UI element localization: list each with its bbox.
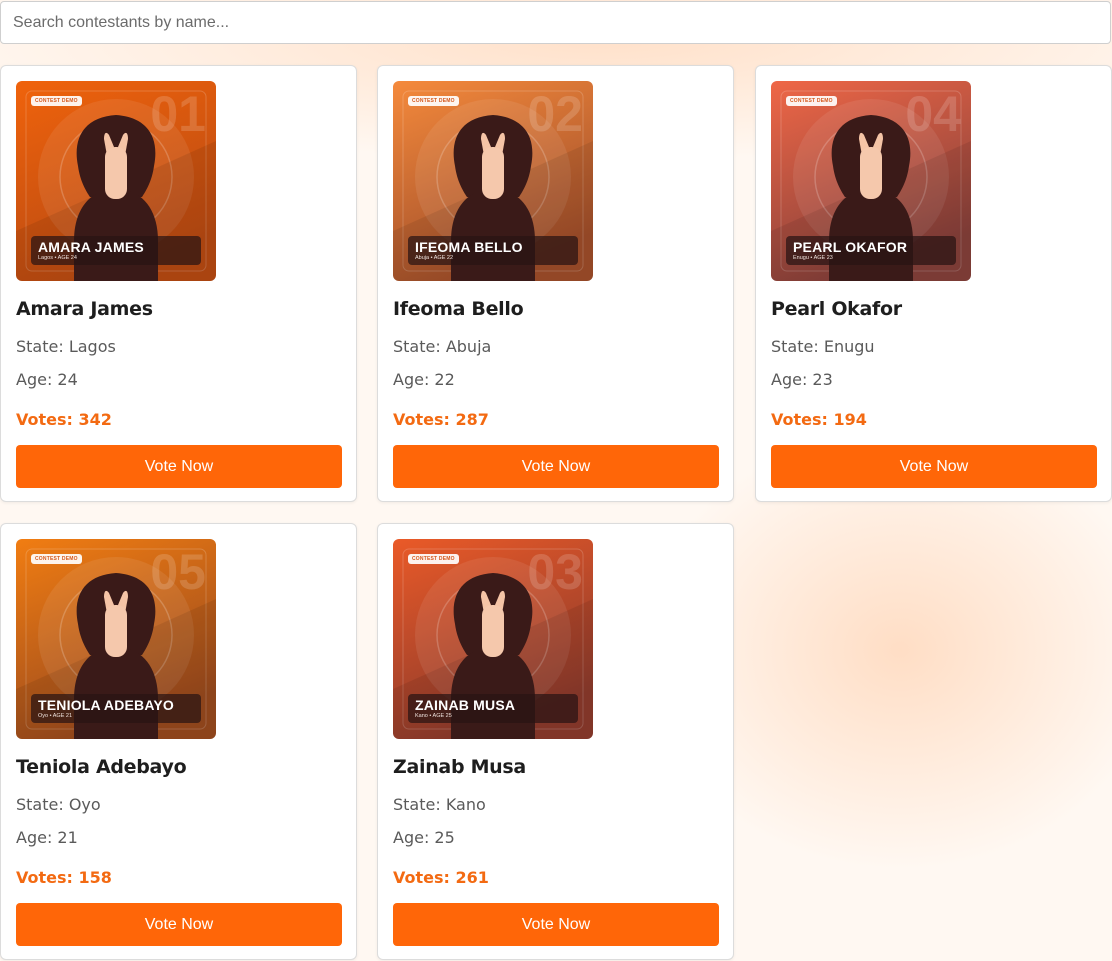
- vote-count: Votes: 261: [393, 868, 489, 887]
- vote-count: Votes: 287: [393, 410, 489, 429]
- contestant-photo: CONTEST DEMO 03 ZAINAB MUSA Kano • AGE 2…: [393, 539, 593, 739]
- contestant-name: Pearl Okafor: [771, 298, 902, 320]
- contest-demo-badge: CONTEST DEMO: [31, 554, 82, 564]
- vote-count: Votes: 158: [16, 868, 112, 887]
- vote-now-button[interactable]: Vote Now: [393, 903, 719, 946]
- contestant-number: 03: [527, 544, 583, 600]
- contestant-name: Teniola Adebayo: [16, 756, 187, 778]
- vote-now-button[interactable]: Vote Now: [16, 903, 342, 946]
- contestant-state: State: Abuja: [393, 337, 492, 356]
- contestant-age: Age: 23: [771, 370, 833, 389]
- contestant-name: Zainab Musa: [393, 756, 526, 778]
- contestant-number: 01: [150, 86, 206, 142]
- contestant-card: CONTEST DEMO 04 PEARL OKAFOR Enugu • AGE…: [755, 65, 1112, 502]
- contestant-name: Ifeoma Bello: [393, 298, 524, 320]
- contestant-photo: CONTEST DEMO 04 PEARL OKAFOR Enugu • AGE…: [771, 81, 971, 281]
- name-plate-subtitle: Abuja • AGE 22: [415, 255, 454, 261]
- contestant-state: State: Lagos: [16, 337, 116, 356]
- vote-count: Votes: 194: [771, 410, 867, 429]
- contestant-photo: CONTEST DEMO 05 TENIOLA ADEBAYO Oyo • AG…: [16, 539, 216, 739]
- contestant-card: CONTEST DEMO 02 IFEOMA BELLO Abuja • AGE…: [377, 65, 734, 502]
- name-plate: TENIOLA ADEBAYO Oyo • AGE 21: [31, 694, 201, 723]
- name-plate-title: TENIOLA ADEBAYO: [38, 697, 175, 713]
- name-plate-subtitle: Lagos • AGE 24: [38, 255, 77, 261]
- name-plate-title: IFEOMA BELLO: [415, 239, 523, 255]
- name-plate: PEARL OKAFOR Enugu • AGE 23: [786, 236, 956, 265]
- contestant-photo: CONTEST DEMO 01 AMARA JAMES Lagos • AGE …: [16, 81, 216, 281]
- search-input[interactable]: [0, 1, 1111, 44]
- contest-demo-badge: CONTEST DEMO: [786, 96, 837, 106]
- vote-count: Votes: 342: [16, 410, 112, 429]
- contestant-state: State: Oyo: [16, 795, 101, 814]
- vote-now-button[interactable]: Vote Now: [771, 445, 1097, 488]
- contestant-card: CONTEST DEMO 05 TENIOLA ADEBAYO Oyo • AG…: [0, 523, 357, 960]
- contest-demo-badge: CONTEST DEMO: [31, 96, 82, 106]
- contestant-age: Age: 25: [393, 828, 455, 847]
- contestant-age: Age: 22: [393, 370, 455, 389]
- name-plate-subtitle: Enugu • AGE 23: [793, 255, 833, 261]
- name-plate-subtitle: Oyo • AGE 21: [38, 713, 73, 719]
- contest-demo-badge: CONTEST DEMO: [408, 554, 459, 564]
- name-plate-title: PEARL OKAFOR: [793, 239, 908, 255]
- contest-demo-badge: CONTEST DEMO: [408, 96, 459, 106]
- name-plate: ZAINAB MUSA Kano • AGE 25: [408, 694, 578, 723]
- name-plate: IFEOMA BELLO Abuja • AGE 22: [408, 236, 578, 265]
- contestant-state: State: Kano: [393, 795, 486, 814]
- contestant-card: CONTEST DEMO 03 ZAINAB MUSA Kano • AGE 2…: [377, 523, 734, 960]
- vote-now-button[interactable]: Vote Now: [393, 445, 719, 488]
- contestant-name: Amara James: [16, 298, 153, 320]
- contestant-state: State: Enugu: [771, 337, 875, 356]
- contestant-number: 02: [527, 86, 583, 142]
- name-plate: AMARA JAMES Lagos • AGE 24: [31, 236, 201, 265]
- contestant-card: CONTEST DEMO 01 AMARA JAMES Lagos • AGE …: [0, 65, 357, 502]
- name-plate-title: AMARA JAMES: [38, 239, 144, 255]
- contestant-number: 05: [150, 544, 206, 600]
- contestant-number: 04: [905, 86, 961, 142]
- contestant-photo: CONTEST DEMO 02 IFEOMA BELLO Abuja • AGE…: [393, 81, 593, 281]
- vote-now-button[interactable]: Vote Now: [16, 445, 342, 488]
- contestant-age: Age: 24: [16, 370, 78, 389]
- contestant-age: Age: 21: [16, 828, 78, 847]
- name-plate-title: ZAINAB MUSA: [415, 697, 516, 713]
- name-plate-subtitle: Kano • AGE 25: [415, 713, 452, 719]
